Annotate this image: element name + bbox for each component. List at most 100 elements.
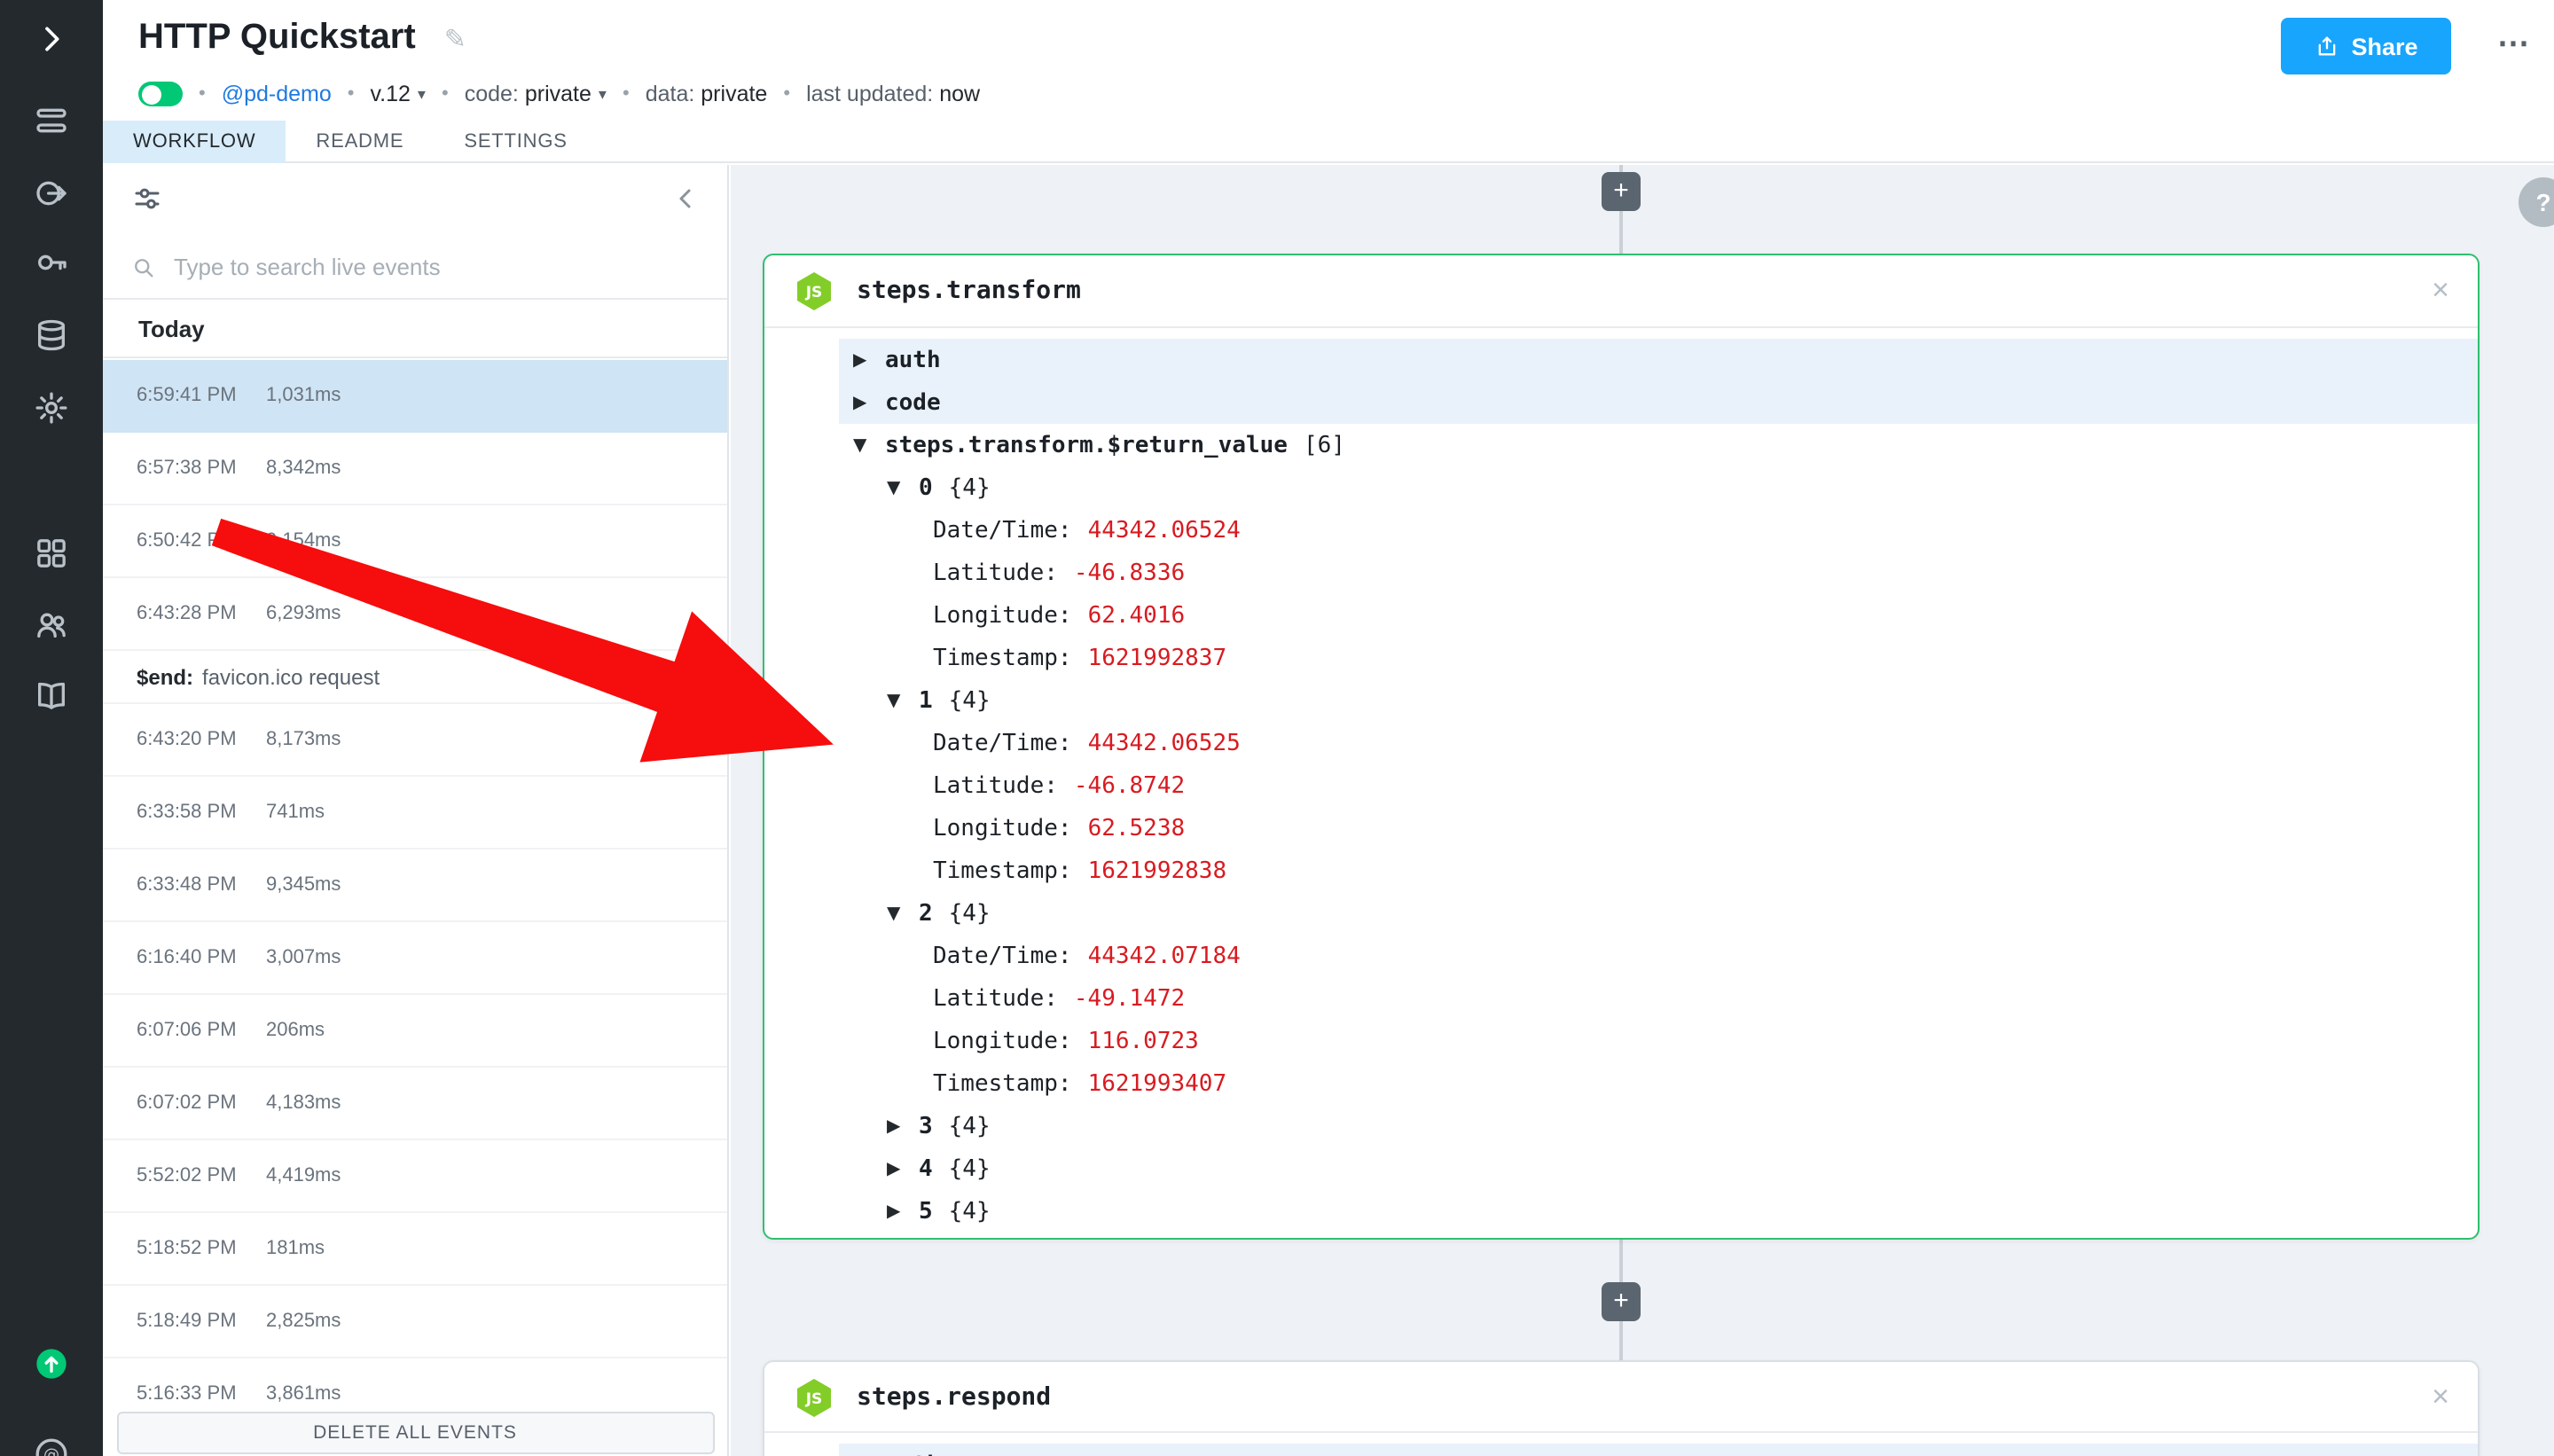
collapsed-node-row[interactable]: ▶auth <box>839 339 2478 381</box>
expand-sidebar-button[interactable] <box>0 14 103 64</box>
field-key: Latitude: <box>933 772 1058 799</box>
event-list-item[interactable]: 6:07:06 PM 206ms <box>103 995 727 1068</box>
field-row: Timestamp:1621992837 <box>839 637 2478 679</box>
filter-icon[interactable] <box>131 183 163 215</box>
event-time: 6:07:06 PM <box>137 1020 266 1041</box>
event-list-item[interactable]: 5:18:52 PM 181ms <box>103 1213 727 1286</box>
events-panel: Today 6:59:41 PM 1,031ms 6:57:38 PM 8,34… <box>103 165 729 1456</box>
field-key: Timestamp: <box>933 1070 1072 1097</box>
step-card-respond[interactable]: JS steps.respond × ▶auth <box>763 1360 2480 1456</box>
apps-grid-icon[interactable] <box>0 528 103 578</box>
svg-text:@: @ <box>43 1446 59 1456</box>
field-row: Timestamp:1621993407 <box>839 1062 2478 1105</box>
field-row: Longitude:62.5238 <box>839 807 2478 849</box>
chevron-down-icon: ▾ <box>599 84 607 104</box>
array-item-node-row[interactable]: ▶3{4} <box>839 1105 2478 1147</box>
edit-title-icon[interactable]: ✎ <box>444 22 466 54</box>
return-value-node-row[interactable]: ▼steps.transform.$return_value[6] <box>839 424 2478 466</box>
tab[interactable]: WORKFLOW <box>103 121 286 163</box>
share-label: Share <box>2351 33 2417 59</box>
field-key: Date/Time: <box>933 517 1072 544</box>
event-list-item[interactable]: 5:52:02 PM 4,419ms <box>103 1140 727 1213</box>
settings-gear-icon[interactable] <box>0 383 103 433</box>
array-length: [6] <box>1304 432 1345 458</box>
more-options-button[interactable]: ⋯ <box>2497 25 2529 62</box>
code-visibility-dropdown[interactable]: private <box>525 82 591 106</box>
workflow-canvas: + + JS steps.transform × ▶auth ▶code <box>731 165 2554 1456</box>
field-key: Longitude: <box>933 602 1072 629</box>
event-duration: 1,031ms <box>266 385 341 406</box>
event-list-item[interactable]: 6:07:02 PM 4,183ms <box>103 1068 727 1140</box>
triangle-right-icon: ▶ <box>853 393 876 412</box>
add-step-button[interactable]: + <box>1602 1282 1641 1321</box>
node-label: auth <box>885 1452 941 1456</box>
step-title: steps.transform <box>857 277 1081 305</box>
field-value: -46.8336 <box>1074 560 1185 586</box>
item-size: {4} <box>949 1198 991 1225</box>
event-time: 6:43:20 PM <box>137 729 266 750</box>
collapsed-node-row[interactable]: ▶code <box>839 381 2478 424</box>
item-size: {4} <box>949 1155 991 1182</box>
step-card-header[interactable]: JS steps.respond × <box>764 1362 2478 1433</box>
search-input[interactable] <box>174 254 699 280</box>
support-at-icon[interactable]: @ <box>0 1429 103 1456</box>
key-icon[interactable] <box>0 238 103 287</box>
event-list-item[interactable]: 6:57:38 PM 8,342ms <box>103 433 727 505</box>
triangle-icon: ▶ <box>887 1202 910 1221</box>
add-step-button[interactable]: + <box>1602 172 1641 211</box>
share-button[interactable]: Share <box>2281 18 2451 74</box>
tab[interactable]: SETTINGS <box>434 121 597 163</box>
event-list-item[interactable]: 6:33:48 PM 9,345ms <box>103 849 727 922</box>
delete-all-events-button[interactable]: DELETE ALL EVENTS <box>116 1411 714 1453</box>
separator-dot: • <box>442 83 449 105</box>
field-row: Latitude: -46.8742 <box>839 764 2478 807</box>
tab[interactable]: README <box>286 121 434 163</box>
event-list-item[interactable]: 6:16:40 PM 3,007ms <box>103 922 727 995</box>
array-item-node-row[interactable]: ▶ 5 {4} <box>839 1190 2478 1233</box>
array-item-node-row[interactable]: ▼2{4} <box>839 892 2478 935</box>
collapsed-node-row[interactable]: ▶auth <box>839 1444 2478 1456</box>
event-list-item[interactable]: 6:43:20 PM 8,173ms <box>103 704 727 777</box>
field-row: Latitude:-49.1472 <box>839 977 2478 1020</box>
docs-book-icon[interactable] <box>0 670 103 720</box>
field-row: Latitude: -46.8336 <box>839 552 2478 594</box>
step-card-transform[interactable]: JS steps.transform × ▶auth ▶code ▼steps.… <box>763 254 2480 1240</box>
event-list-item[interactable]: 5:16:33 PM 3,861ms <box>103 1358 727 1408</box>
item-index: 5 <box>919 1198 933 1225</box>
close-icon[interactable]: × <box>2432 273 2449 309</box>
collapse-panel-icon[interactable] <box>670 183 702 215</box>
event-list-item[interactable]: 5:18:49 PM 2,825ms <box>103 1286 727 1358</box>
close-icon[interactable]: × <box>2432 1379 2449 1414</box>
array-item-node-row[interactable]: ▼0{4} <box>839 466 2478 509</box>
event-duration: 3,007ms <box>266 947 341 968</box>
event-sources-icon[interactable] <box>0 168 103 218</box>
array-item-node-row[interactable]: ▼1{4} <box>839 679 2478 722</box>
deploy-toggle[interactable] <box>138 82 183 106</box>
workflows-icon[interactable] <box>0 96 103 145</box>
event-list-item[interactable]: 6:43:28 PM 6,293ms <box>103 578 727 651</box>
svg-text:JS: JS <box>805 284 823 301</box>
event-list-item[interactable]: 6:33:58 PM 741ms <box>103 777 727 849</box>
array-item-node-row[interactable]: ▶4{4} <box>839 1147 2478 1190</box>
event-list-item[interactable]: $end:favicon.ico request <box>103 651 727 704</box>
svg-text:JS: JS <box>805 1389 823 1407</box>
field-value: -49.1472 <box>1074 985 1185 1012</box>
field-value: -46.8742 <box>1074 772 1185 799</box>
triangle-icon: ▶ <box>887 1116 910 1136</box>
upgrade-icon[interactable] <box>0 1339 103 1389</box>
help-button[interactable]: ? <box>2519 177 2554 227</box>
event-list-item[interactable]: 6:59:41 PM 1,031ms <box>103 360 727 433</box>
field-key: Latitude: <box>933 560 1058 586</box>
event-time: 5:18:49 PM <box>137 1311 266 1332</box>
community-icon[interactable] <box>0 599 103 649</box>
page-title: HTTP Quickstart <box>138 18 416 59</box>
step-card-header[interactable]: JS steps.transform × <box>764 255 2478 328</box>
nodejs-icon: JS <box>793 1375 835 1418</box>
data-icon[interactable] <box>0 310 103 360</box>
event-list: 6:59:41 PM 1,031ms 6:57:38 PM 8,342ms 6:… <box>103 360 727 1408</box>
owner-link[interactable]: @pd-demo <box>222 82 332 106</box>
event-duration: 9,345ms <box>266 874 341 896</box>
event-time: 5:52:02 PM <box>137 1165 266 1186</box>
event-list-item[interactable]: 6:50:42 PM 9,154ms <box>103 505 727 578</box>
version-dropdown[interactable]: v.12 <box>371 82 411 106</box>
